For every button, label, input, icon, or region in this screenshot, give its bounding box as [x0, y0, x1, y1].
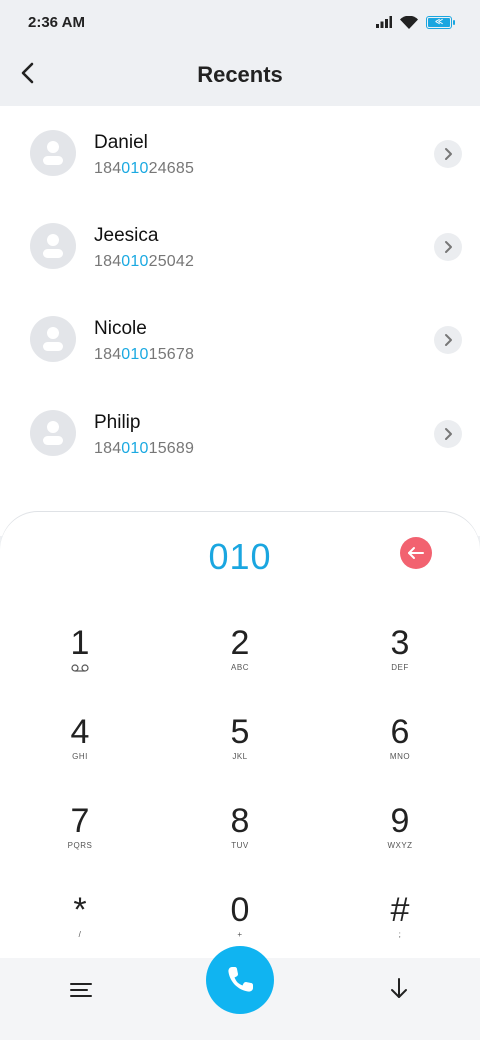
key-7[interactable]: 7 PQRS — [20, 802, 140, 882]
contact-name: Jeesica — [94, 225, 159, 246]
contact-number: 18401015678 — [94, 346, 195, 363]
avatar-icon — [30, 316, 76, 362]
status-bar: 2:36 AM ≪ — [0, 0, 480, 44]
backspace-icon — [408, 547, 424, 559]
voicemail-icon — [71, 664, 89, 672]
key-5[interactable]: 5 JKL — [180, 713, 300, 793]
key-6[interactable]: 6 MNO — [340, 713, 460, 793]
key-2[interactable]: 2 ABC — [180, 624, 300, 704]
contact-number: 18401025042 — [94, 253, 195, 270]
battery-charging-icon: ≪ — [426, 15, 455, 29]
recents-list: Daniel 18401024685 Jeesica 18401025042 N… — [0, 106, 480, 536]
contact-name: Nicole — [94, 318, 147, 339]
key-9[interactable]: 9 WXYZ — [340, 802, 460, 882]
avatar-icon — [30, 223, 76, 269]
header: Recents — [0, 44, 480, 106]
status-time: 2:36 AM — [28, 13, 85, 31]
chevron-left-icon[interactable] — [18, 58, 38, 88]
collapse-down-icon[interactable] — [384, 974, 414, 1004]
list-item[interactable]: Nicole 18401015678 — [0, 292, 480, 384]
contact-name: Philip — [94, 412, 141, 433]
avatar-icon — [30, 130, 76, 176]
key-8[interactable]: 8 TUV — [180, 802, 300, 882]
menu-icon[interactable] — [66, 976, 96, 1006]
list-item[interactable]: Jeesica 18401025042 — [0, 199, 480, 291]
backspace-button[interactable] — [400, 537, 432, 569]
key-1[interactable]: 1 — [20, 624, 140, 704]
list-item[interactable]: Philip 18401015689 — [0, 386, 480, 478]
contact-number: 18401024685 — [94, 160, 195, 177]
call-button[interactable] — [206, 946, 274, 1014]
signal-icon — [376, 16, 392, 28]
contact-number: 18401015689 — [94, 440, 195, 457]
list-item[interactable]: Daniel 18401024685 — [0, 106, 480, 198]
contact-name: Daniel — [94, 132, 148, 153]
key-3[interactable]: 3 DEF — [340, 624, 460, 704]
phone-icon — [228, 967, 253, 992]
wifi-icon — [400, 15, 418, 29]
page-title: Recents — [197, 62, 283, 87]
chevron-right-icon[interactable] — [434, 140, 462, 168]
chevron-right-icon[interactable] — [434, 326, 462, 354]
chevron-right-icon[interactable] — [434, 420, 462, 448]
status-icons: ≪ — [376, 15, 455, 29]
chevron-right-icon[interactable] — [434, 233, 462, 261]
avatar-icon — [30, 410, 76, 456]
key-4[interactable]: 4 GHI — [20, 713, 140, 793]
